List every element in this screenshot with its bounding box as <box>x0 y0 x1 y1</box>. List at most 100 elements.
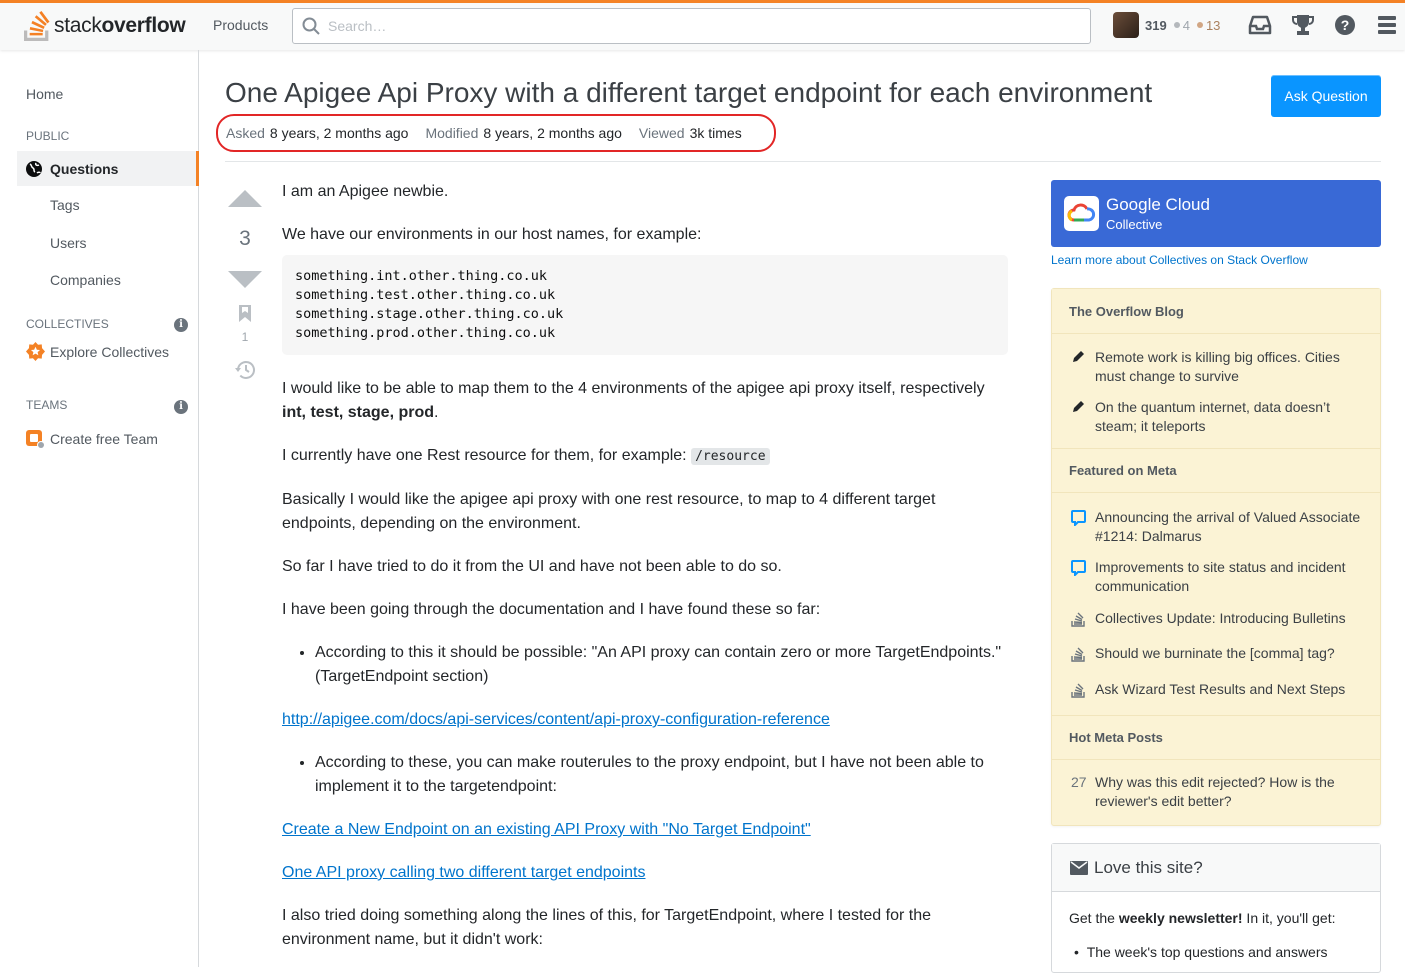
bookmark-count: 1 <box>241 330 249 344</box>
newsletter-list-item: • The week's top questions and answers <box>1074 944 1328 960</box>
inbox-icon[interactable] <box>1248 14 1272 36</box>
inline-code: /resource <box>691 448 770 465</box>
list-item: According to these, you can make routeru… <box>315 751 1008 799</box>
collectives-info-icon[interactable]: i <box>174 318 188 332</box>
nav-create-team-label: Create free Team <box>50 431 158 447</box>
nav-home[interactable]: Home <box>26 86 63 102</box>
search-icon <box>302 17 320 35</box>
top-bar: stackoverflow Products 319 4 13 ? <box>0 0 1405 50</box>
blog-item[interactable]: Remote work is killing big offices. Citi… <box>1071 348 1366 386</box>
nav-tags[interactable]: Tags <box>50 197 80 213</box>
ask-question-button[interactable]: Ask Question <box>1271 75 1381 117</box>
nav-section-collectives: COLLECTIVES <box>26 317 109 331</box>
reputation: 319 <box>1145 17 1167 33</box>
site-switcher-icon[interactable] <box>1376 14 1398 36</box>
nav-explore-label: Explore Collectives <box>50 343 170 360</box>
collective-card[interactable]: Google Cloud Collective <box>1051 180 1381 247</box>
history-icon[interactable] <box>234 360 256 380</box>
avatar[interactable] <box>1113 12 1139 38</box>
search-box[interactable] <box>292 8 1091 44</box>
bronze-badge-count: 13 <box>1205 17 1221 33</box>
related-link[interactable]: One API proxy calling two different targ… <box>282 864 645 881</box>
docs-link[interactable]: http://apigee.com/docs/api-services/cont… <box>282 711 830 728</box>
search-input[interactable] <box>328 9 1068 43</box>
hot-meta-count: 27 <box>1071 774 1087 790</box>
body-paragraph: I currently have one Rest resource for t… <box>282 444 1008 469</box>
google-cloud-logo-icon <box>1064 196 1099 231</box>
nav-questions[interactable]: Questions <box>17 151 199 186</box>
body-paragraph: I would like to be able to map them to t… <box>282 380 985 421</box>
modified-label: Modified <box>425 125 479 141</box>
nav-users[interactable]: Users <box>50 235 87 251</box>
stackoverflow-logo-icon <box>24 10 50 42</box>
asked-label: Asked <box>226 125 265 141</box>
teams-briefcase-icon <box>26 430 45 449</box>
nav-companies[interactable]: Companies <box>50 272 121 288</box>
blog-item[interactable]: On the quantum internet, data doesn’t st… <box>1071 398 1366 436</box>
body-paragraph: Basically I would like the apigee api pr… <box>282 491 936 532</box>
svg-text:?: ? <box>1341 17 1350 33</box>
upvote-icon[interactable] <box>226 189 264 209</box>
question-body: I am an Apigee newbie. We have our envir… <box>282 180 1008 971</box>
downvote-icon[interactable] <box>226 269 264 289</box>
meta-item[interactable]: Improvements to site status and incident… <box>1071 558 1366 596</box>
stackoverflow-logo[interactable]: stackoverflow <box>24 7 186 45</box>
silver-badge-count: 4 <box>1182 17 1190 33</box>
body-paragraph: I am an Apigee newbie. <box>282 183 449 200</box>
nav-section-teams: TEAMS <box>26 398 68 412</box>
products-menu[interactable]: Products <box>213 17 268 33</box>
meta-item[interactable]: Should we burninate the [comma] tag? <box>1071 644 1366 667</box>
chat-bubble-icon <box>1071 508 1095 546</box>
globe-icon <box>26 160 42 177</box>
modified-value[interactable]: 8 years, 2 months ago <box>483 125 622 141</box>
collectives-star-icon <box>26 342 45 361</box>
newsletter-text: Get the weekly newsletter! In it, you'll… <box>1069 910 1336 926</box>
meta-item[interactable]: Ask Wizard Test Results and Next Steps <box>1071 680 1366 703</box>
hot-meta-item[interactable]: 27 Why was this edit rejected? How is th… <box>1071 773 1366 811</box>
left-sidebar: Home PUBLIC Questions Tags Users Compani… <box>0 50 199 967</box>
body-paragraph: I also tried doing something along the l… <box>282 907 931 948</box>
blog-header: The Overflow Blog <box>1052 289 1380 334</box>
header-divider <box>225 161 1381 162</box>
meta-item[interactable]: Collectives Update: Introducing Bulletin… <box>1071 609 1366 632</box>
collectives-learn-more-link[interactable]: Learn more about Collectives on Stack Ov… <box>1051 253 1308 267</box>
overflow-blog-widget: The Overflow Blog Remote work is killing… <box>1051 288 1381 826</box>
code-block[interactable]: something.int.other.thing.co.uk somethin… <box>282 255 1008 355</box>
help-icon[interactable]: ? <box>1334 14 1356 36</box>
stack-exchange-icon <box>1071 680 1095 703</box>
envelope-icon <box>1070 860 1088 875</box>
related-link[interactable]: Create a New Endpoint on an existing API… <box>282 821 811 838</box>
hot-meta-header: Hot Meta Posts <box>1052 715 1380 760</box>
silver-badge-icon <box>1173 22 1180 28</box>
newsletter-widget: Love this site? Get the weekly newslette… <box>1051 843 1381 973</box>
chat-bubble-icon <box>1071 558 1095 596</box>
nav-explore-collectives[interactable]: Explore Collectives <box>26 342 169 361</box>
bookmark-icon[interactable] <box>239 305 251 322</box>
teams-info-icon[interactable]: i <box>174 400 188 414</box>
body-paragraph: I have been going through the documentat… <box>282 601 821 618</box>
pencil-icon <box>1071 398 1095 436</box>
stack-exchange-icon <box>1071 644 1095 667</box>
collective-name: Google Cloud <box>1106 195 1210 214</box>
question-title[interactable]: One Apigee Api Proxy with a different ta… <box>225 77 1152 109</box>
stack-exchange-icon <box>1071 609 1095 632</box>
logo-text: stackoverflow <box>54 14 186 37</box>
viewed-label: Viewed <box>638 125 685 141</box>
achievements-icon[interactable] <box>1291 14 1315 36</box>
question-meta-highlight: Asked 8 years, 2 months ago Modified 8 y… <box>216 114 776 152</box>
asked-value[interactable]: 8 years, 2 months ago <box>270 125 409 141</box>
user-card[interactable]: 319 4 13 <box>1113 12 1220 38</box>
nav-create-team[interactable]: Create free Team <box>26 429 158 449</box>
body-list: According to these, you can make routeru… <box>315 751 1008 799</box>
body-paragraph: We have our environments in our host nam… <box>282 226 702 243</box>
collective-subtitle: Collective <box>1106 217 1163 232</box>
list-item: According to this it should be possible:… <box>315 641 1008 689</box>
body-paragraph: So far I have tried to do it from the UI… <box>282 558 782 575</box>
viewed-value: 3k times <box>689 125 742 141</box>
pencil-icon <box>1071 348 1095 386</box>
meta-item[interactable]: Announcing the arrival of Valued Associa… <box>1071 508 1366 546</box>
newsletter-title: Love this site? <box>1094 857 1203 877</box>
bronze-badge-icon <box>1196 22 1203 28</box>
meta-header: Featured on Meta <box>1052 448 1380 493</box>
body-list: According to this it should be possible:… <box>315 641 1008 689</box>
